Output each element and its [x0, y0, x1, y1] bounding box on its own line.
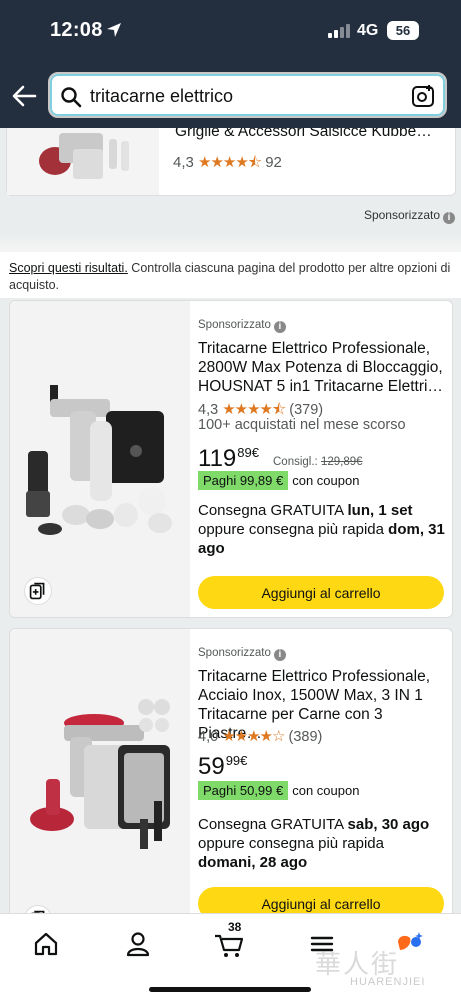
add-to-cart-button[interactable]: Aggiungi al carrello [198, 887, 444, 915]
price: 11989€ [198, 445, 259, 472]
product-card[interactable]: Sponsorizzato i Tritacarne Elettrico Prof… [9, 628, 453, 915]
camera-search-icon[interactable] [411, 84, 435, 108]
star-rating-icon: ★★★★⯪ [198, 154, 262, 171]
add-to-cart-button[interactable]: Aggiungi al carrello [198, 576, 444, 609]
bought-count: 100+ acquistati nel mese scorso [198, 417, 406, 433]
product-image[interactable] [7, 128, 159, 195]
product-image[interactable] [10, 629, 190, 915]
discover-banner: Scopri questi risultati. Controlla ciasc… [0, 252, 461, 298]
coupon-badge: Paghi 50,99 € [198, 781, 289, 800]
home-icon[interactable] [28, 926, 64, 962]
sponsored-label: Sponsorizzato i [198, 319, 286, 333]
watermark-subtext: HUARENJIEI [350, 976, 426, 988]
review-count[interactable]: (389) [288, 729, 322, 745]
search-icon[interactable] [60, 86, 82, 108]
account-icon[interactable] [120, 926, 156, 962]
product-card[interactable]: Sponsorizzato i Tritacarne Elettrico Prof… [9, 300, 453, 618]
review-count[interactable]: (379) [289, 402, 323, 418]
product-image[interactable] [10, 301, 190, 617]
sponsored-label: Sponsorizzato [363, 208, 440, 222]
back-arrow-icon[interactable] [10, 82, 38, 110]
review-count[interactable]: 92 [265, 154, 282, 171]
info-icon[interactable]: i [273, 649, 286, 661]
previous-result-card[interactable]: Griglie & Accessori Salsicce Kubbe… 4,3 … [6, 128, 456, 196]
info-icon[interactable]: i [443, 212, 455, 224]
sponsored-label: Sponsorizzato i [198, 647, 286, 661]
status-bar: 12:08 4G 56 [0, 0, 461, 62]
product-title[interactable]: Tritacarne Elettrico Professionale, 2800… [198, 339, 448, 396]
search-bar[interactable]: tritacarne elettrico [48, 72, 447, 118]
rating-row: 4,0 ★★★★☆ (389) [198, 727, 322, 745]
discover-link[interactable]: Scopri questi risultati. [9, 261, 128, 275]
rating-value: 4,0 [198, 729, 219, 745]
info-icon[interactable]: i [273, 321, 286, 333]
rating-value: 4,3 [173, 154, 194, 171]
coupon: Paghi 50,99 € con coupon [198, 781, 359, 800]
network-type: 4G [357, 22, 379, 39]
location-arrow-icon [107, 23, 121, 37]
star-rating-icon: ★★★★☆ [222, 728, 285, 745]
battery-icon: 56 [387, 21, 419, 40]
search-results[interactable]: Griglie & Accessori Salsicce Kubbe… 4,3 … [0, 128, 461, 915]
clock: 12:08 [50, 19, 103, 41]
cart-count: 38 [228, 920, 242, 934]
signal-icon [328, 24, 350, 38]
sponsored-notice[interactable]: Sponsorizzato i [364, 208, 455, 224]
delivery-info: Consegna GRATUITA lun, 1 set oppure cons… [198, 502, 445, 557]
compare-icon[interactable] [24, 577, 52, 605]
price: 5999€ [198, 753, 248, 780]
app-header: 12:08 4G 56 tritacarne elettrico [0, 0, 461, 128]
coupon: Paghi 99,89 € con coupon [198, 471, 359, 490]
rating-value: 4,3 [198, 402, 219, 418]
bottom-nav: 38 華人街 HUARENJIEI [0, 913, 461, 1000]
star-rating-icon: ★★★★⯪ [222, 401, 286, 418]
product-title[interactable]: Griglie & Accessori Salsicce Kubbe… [175, 128, 432, 141]
home-indicator[interactable] [149, 987, 311, 992]
list-price: Consigl.: 129,89€ [273, 456, 363, 468]
search-input[interactable]: tritacarne elettrico [90, 86, 233, 107]
rating-row: 4,3 ★★★★⯪ 92 [173, 152, 282, 177]
coupon-badge: Paghi 99,89 € [198, 471, 289, 490]
delivery-info: Consegna GRATUITA sab, 30 ago oppure con… [198, 816, 430, 871]
